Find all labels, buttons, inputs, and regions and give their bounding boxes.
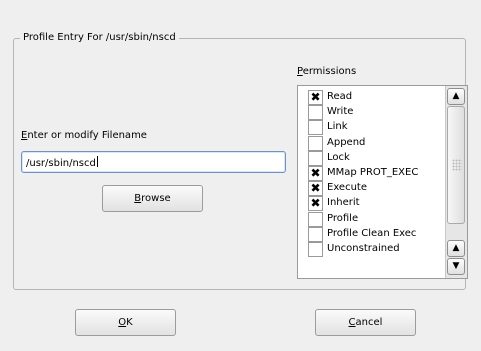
scroll-down-button[interactable]: ▼ — [447, 258, 465, 275]
grip-icon — [452, 159, 462, 171]
permission-checkbox[interactable]: ✖ — [308, 166, 323, 181]
permission-checkbox[interactable] — [308, 242, 323, 257]
permission-item[interactable]: Profile Clean Exec — [308, 226, 448, 242]
permission-label: Lock — [327, 151, 350, 163]
check-x-icon: ✖ — [310, 181, 321, 196]
arrow-up-icon: ▲ — [452, 91, 460, 101]
permission-label: Inherit — [327, 197, 360, 209]
scroll-thumb[interactable] — [447, 106, 465, 224]
browse-button[interactable]: Browse — [102, 185, 203, 212]
permission-label: Append — [327, 136, 366, 148]
permission-label: Unconstrained — [327, 243, 400, 254]
groupbox-title: Profile Entry For /usr/sbin/nscd — [20, 32, 179, 44]
permission-label: Profile Clean Exec — [327, 227, 417, 239]
permission-item[interactable]: Link — [308, 120, 448, 136]
ok-button[interactable]: OK — [75, 309, 176, 336]
permission-checkbox[interactable]: ✖ — [308, 90, 323, 105]
permission-item[interactable]: ✖ MMap PROT_EXEC — [308, 166, 448, 181]
scroll-up-button[interactable]: ▲ — [447, 88, 465, 105]
permission-label: Read — [327, 91, 353, 102]
check-x-icon: ✖ — [310, 166, 321, 180]
permission-item[interactable]: Write — [308, 105, 448, 121]
permission-label: Link — [327, 121, 348, 133]
permission-item[interactable]: ✖ Execute — [308, 181, 448, 197]
text-caret — [96, 156, 98, 167]
permission-label: Profile — [327, 212, 359, 224]
permission-item[interactable]: ✖ Read — [308, 90, 448, 105]
permission-checkbox[interactable] — [308, 150, 323, 166]
scroll-up-button-lower[interactable]: ▲ — [447, 240, 465, 257]
permission-checkbox[interactable]: ✖ — [308, 181, 323, 197]
permissions-list[interactable]: ✖ Read Write Link Append Lock ✖ MMap PROT_EXEC ✖… — [297, 85, 468, 279]
permission-item[interactable]: Unconstrained — [308, 242, 448, 257]
permission-checkbox[interactable] — [308, 226, 323, 242]
permission-checkbox[interactable]: ✖ — [308, 196, 323, 212]
filename-input[interactable]: /usr/sbin/nscd — [21, 151, 286, 173]
permission-item[interactable]: ✖ Inherit — [308, 196, 448, 212]
permissions-label: Permissions — [297, 66, 357, 77]
filename-label: Enter or modify Filename — [21, 130, 147, 141]
permission-checkbox[interactable] — [308, 211, 323, 227]
permission-checkbox[interactable] — [308, 135, 323, 151]
permission-checkbox[interactable] — [308, 120, 323, 136]
arrow-up-icon: ▲ — [452, 243, 460, 253]
permission-item[interactable]: Append — [308, 135, 448, 151]
check-x-icon: ✖ — [310, 196, 321, 211]
cancel-button[interactable]: Cancel — [315, 309, 416, 336]
permission-label: MMap PROT_EXEC — [327, 167, 419, 178]
permission-checkbox[interactable] — [308, 105, 323, 121]
permission-item[interactable]: Profile — [308, 211, 448, 227]
arrow-down-icon: ▼ — [452, 261, 460, 271]
check-x-icon: ✖ — [310, 90, 321, 104]
permissions-scrollbar[interactable]: ▲ ▲ ▼ — [445, 86, 467, 278]
permission-item[interactable]: Lock — [308, 150, 448, 166]
permission-label: Write — [327, 106, 354, 118]
permission-label: Execute — [327, 182, 367, 194]
